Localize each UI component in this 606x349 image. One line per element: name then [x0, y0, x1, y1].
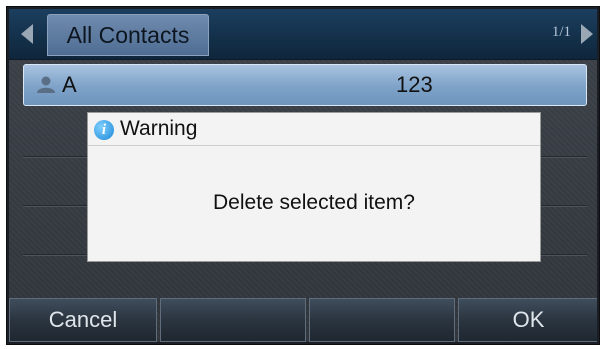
phone-screen-frame: All Contacts 1/1 A 123 i Warning Delete …: [6, 6, 600, 345]
phone-screen: All Contacts 1/1 A 123 i Warning Delete …: [9, 9, 597, 342]
ok-button[interactable]: OK: [458, 298, 597, 342]
right-arrow-icon[interactable]: [581, 24, 593, 44]
contact-row[interactable]: A 123: [23, 64, 587, 106]
left-arrow-icon[interactable]: [21, 24, 33, 44]
dialog-header: i Warning: [88, 113, 540, 146]
softkey-2[interactable]: [160, 298, 306, 342]
tab-all-contacts[interactable]: All Contacts: [47, 14, 209, 56]
info-icon: i: [94, 120, 114, 140]
warning-dialog: i Warning Delete selected item?: [87, 112, 541, 262]
page-indicator: 1/1: [551, 24, 571, 40]
title-bar: All Contacts 1/1: [9, 9, 597, 60]
dialog-title: Warning: [120, 117, 198, 140]
softkey-bar: Cancel OK: [9, 298, 597, 342]
person-icon: [37, 76, 55, 93]
contact-number: 123: [396, 72, 433, 97]
softkey-3[interactable]: [309, 298, 455, 342]
dialog-message: Delete selected item?: [213, 191, 415, 214]
contact-name: A: [62, 72, 77, 97]
cancel-button[interactable]: Cancel: [9, 298, 157, 342]
